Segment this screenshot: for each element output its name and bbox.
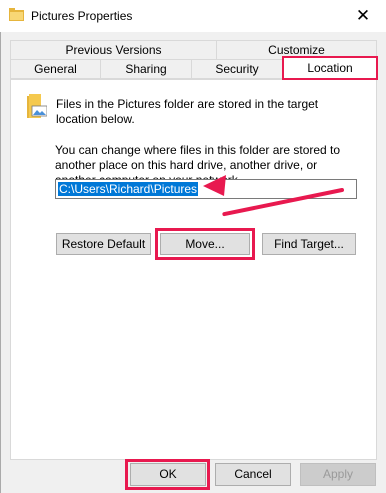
annotation-arrow: [203, 175, 344, 217]
